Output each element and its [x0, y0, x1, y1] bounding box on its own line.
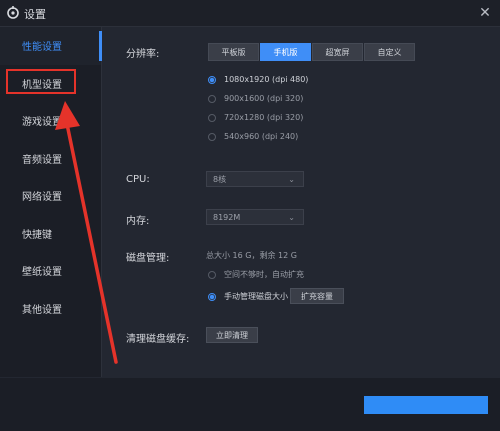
expand-capacity-button[interactable]: 扩充容量	[290, 288, 344, 304]
sidebar-item-label: 性能设置	[22, 42, 62, 54]
disk-auto-expand-option[interactable]: 空间不够时，自动扩充	[208, 269, 304, 280]
sidebar-item-wallpaper[interactable]: 壁纸设置	[0, 252, 101, 290]
tab-ultrawide[interactable]: 超宽屏	[312, 43, 363, 61]
title-bar: 设置 ✕	[0, 0, 500, 27]
radio-icon	[208, 132, 216, 141]
cpu-select[interactable]: 8核 ⌄	[206, 171, 304, 187]
tab-phone[interactable]: 手机版	[260, 43, 311, 61]
resolution-mode-tabs: 平板版 手机版 超宽屏 自定义	[208, 43, 416, 61]
primary-action-button[interactable]	[364, 396, 488, 414]
sidebar-item-label: 壁纸设置	[22, 267, 62, 279]
sidebar-item-label: 其他设置	[22, 304, 62, 316]
resolution-option-900[interactable]: 900x1600 (dpi 320)	[208, 94, 303, 103]
radio-icon	[208, 94, 216, 103]
radio-selected-icon	[208, 75, 216, 84]
sidebar-item-performance[interactable]: 性能设置	[0, 27, 102, 65]
resolution-option-540[interactable]: 540x960 (dpi 240)	[208, 132, 298, 141]
resolution-label: 分辨率:	[126, 49, 160, 60]
clear-cache-label: 清理磁盘缓存:	[126, 334, 190, 345]
sidebar-item-label: 快捷键	[22, 229, 52, 241]
cpu-value: 8核	[213, 174, 227, 184]
sidebar-item-shortcuts[interactable]: 快捷键	[0, 215, 101, 253]
sidebar-item-audio[interactable]: 音频设置	[0, 140, 101, 178]
tab-custom[interactable]: 自定义	[364, 43, 415, 61]
resolution-option-label: 900x1600 (dpi 320)	[224, 94, 304, 103]
close-button[interactable]: ✕	[476, 4, 494, 22]
clear-cache-button[interactable]: 立即清理	[206, 327, 258, 343]
memory-value: 8192M	[213, 212, 241, 222]
gear-icon	[7, 6, 19, 19]
disk-option-label: 空间不够时，自动扩充	[224, 270, 304, 279]
disk-summary: 总大小 16 G，剩余 12 G	[206, 251, 297, 260]
sidebar-item-label: 网络设置	[22, 192, 62, 204]
settings-content: 分辨率: 平板版 手机版 超宽屏 自定义 1080x1920 (dpi 480)…	[102, 27, 500, 377]
sidebar-item-other[interactable]: 其他设置	[0, 290, 101, 328]
resolution-option-label: 720x1280 (dpi 320)	[224, 113, 304, 122]
window-title: 设置	[24, 8, 46, 21]
sidebar-item-network[interactable]: 网络设置	[0, 177, 101, 215]
chevron-down-icon: ⌄	[288, 213, 295, 222]
close-icon: ✕	[479, 5, 491, 21]
sidebar-item-label: 音频设置	[22, 154, 62, 166]
radio-icon	[208, 270, 216, 279]
cpu-label: CPU:	[126, 174, 150, 185]
tab-tablet[interactable]: 平板版	[208, 43, 259, 61]
disk-label: 磁盘管理:	[126, 253, 170, 264]
disk-option-label: 手动管理磁盘大小	[224, 292, 288, 301]
footer-bar	[0, 378, 500, 431]
sidebar-item-game[interactable]: 游戏设置	[0, 102, 101, 140]
resolution-option-label: 540x960 (dpi 240)	[224, 132, 299, 141]
chevron-down-icon: ⌄	[288, 175, 295, 184]
sidebar-item-label: 游戏设置	[22, 117, 62, 129]
resolution-option-label: 1080x1920 (dpi 480)	[224, 75, 309, 84]
resolution-option-720[interactable]: 720x1280 (dpi 320)	[208, 113, 303, 122]
resolution-option-1080[interactable]: 1080x1920 (dpi 480)	[208, 75, 308, 84]
radio-icon	[208, 113, 216, 122]
memory-label: 内存:	[126, 216, 150, 227]
annotation-highlight-box	[6, 69, 76, 94]
radio-selected-icon	[208, 292, 216, 301]
settings-window: 设置 ✕ 性能设置 机型设置 游戏设置 音频设置 网络设置 快捷键 壁纸设置 其…	[0, 0, 500, 431]
disk-manual-option[interactable]: 手动管理磁盘大小	[208, 291, 288, 302]
memory-select[interactable]: 8192M ⌄	[206, 209, 304, 225]
